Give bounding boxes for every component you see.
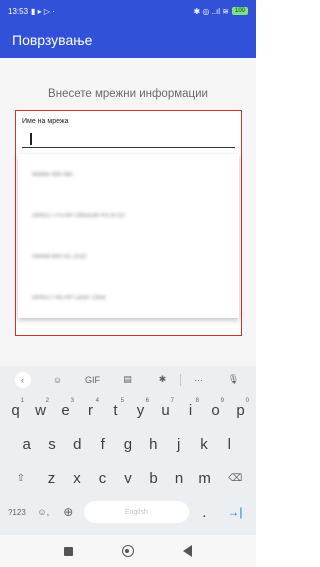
key-u[interactable]: u7 — [153, 396, 178, 424]
text-cursor — [30, 133, 32, 145]
key-n[interactable]: n — [166, 464, 192, 492]
key-i[interactable]: i8 — [178, 396, 203, 424]
status-left: 13:53 ▮ ▸ ▷ · — [8, 7, 55, 16]
key-c[interactable]: c — [90, 464, 116, 492]
key-a[interactable]: a — [14, 430, 39, 458]
key-l[interactable]: l — [217, 430, 242, 458]
key-s[interactable]: s — [39, 430, 64, 458]
sticker-icon[interactable]: ☺ — [40, 375, 75, 385]
key-r[interactable]: r4 — [78, 396, 103, 424]
recents-icon[interactable] — [64, 546, 74, 556]
key-v[interactable]: v — [115, 464, 141, 492]
status-bar: 13:53 ▮ ▸ ▷ · ✱ ◎ ..ıl ≋ 100 — [0, 0, 256, 22]
key-q[interactable]: q1 — [3, 396, 28, 424]
backspace-key[interactable]: ⌫ — [217, 464, 253, 492]
key-f[interactable]: f — [90, 430, 115, 458]
home-icon[interactable] — [121, 545, 134, 557]
shift-key[interactable]: ⇧ — [3, 464, 39, 492]
status-time: 13:53 — [8, 6, 29, 16]
suggestion-item[interactable]: DIRECT-65-HP Laser 135w — [18, 277, 239, 318]
suggestion-label: DIRECT-F5-HP OfficeJet Pro 8710 — [32, 212, 125, 219]
key-p[interactable]: p0 — [228, 396, 253, 424]
status-right: ✱ ◎ ..ıl ≋ 100 — [193, 7, 248, 16]
section-heading: Внесете мрежни информации — [48, 88, 208, 100]
app-bar: Поврзување — [0, 22, 256, 58]
more-icon[interactable]: ··· — [181, 375, 216, 385]
page-title: Поврзување — [12, 32, 93, 48]
key-e[interactable]: e3 — [53, 396, 78, 424]
key-row-2: a s d f g h j k l — [0, 427, 256, 461]
symbols-key[interactable]: ?123 — [3, 498, 31, 526]
key-y[interactable]: y6 — [128, 396, 153, 424]
globe-icon[interactable]: ⊕ — [56, 498, 81, 526]
key-z[interactable]: z — [39, 464, 65, 492]
network-name-input[interactable] — [22, 130, 235, 148]
key-m[interactable]: m — [192, 464, 218, 492]
network-input-dialog: Име на мрежа Mobile Wifi Net DIRECT-F5-H… — [15, 110, 242, 336]
suggestion-item[interactable]: DIRECT-F5-HP OfficeJet Pro 8710 — [18, 195, 239, 236]
main-content: Внесете мрежни информации Име на мрежа M… — [0, 58, 256, 366]
period-key[interactable]: . — [192, 498, 217, 526]
gif-button[interactable]: GIF — [75, 375, 110, 385]
keyboard-toolbar: ‹ ☺ GIF ▤ ✱ ··· 🎙 — [0, 366, 256, 393]
network-suggestions-list: Mobile Wifi Net DIRECT-F5-HP OfficeJet P… — [18, 154, 239, 318]
key-h[interactable]: h — [141, 430, 166, 458]
space-label: English — [83, 501, 189, 523]
key-row-4: ?123 ☺, ⊕ English . →| — [0, 495, 256, 529]
key-b[interactable]: b — [141, 464, 167, 492]
suggestion-label: Mobile Wifi Net — [32, 171, 73, 178]
settings-icon[interactable]: ✱ — [145, 374, 180, 385]
suggestion-item[interactable]: Mobile Wifi Net — [18, 154, 239, 195]
suggestion-label: HomeFibre 5G 2020 — [32, 253, 87, 260]
back-icon[interactable] — [182, 545, 192, 557]
key-o[interactable]: o9 — [203, 396, 228, 424]
key-k[interactable]: k — [191, 430, 216, 458]
key-d[interactable]: d — [65, 430, 90, 458]
key-x[interactable]: x — [64, 464, 90, 492]
key-row-1: q1 w2 e3 r4 t5 y6 u7 i8 o9 p0 — [0, 393, 256, 427]
network-name-label: Име на мрежа — [22, 118, 69, 125]
navigation-bar — [0, 535, 256, 567]
soft-keyboard: ‹ ☺ GIF ▤ ✱ ··· 🎙 q1 w2 e3 r4 t5 y6 u7 i… — [0, 366, 256, 535]
clipboard-icon[interactable]: ▤ — [110, 374, 145, 385]
collapse-toolbar-icon[interactable]: ‹ — [14, 371, 31, 388]
space-key[interactable]: English — [81, 498, 192, 526]
key-g[interactable]: g — [115, 430, 140, 458]
suggestion-label: DIRECT-65-HP Laser 135w — [32, 294, 106, 301]
key-t[interactable]: t5 — [103, 396, 128, 424]
system-icons: ✱ ◎ ..ıl ≋ — [193, 6, 229, 16]
key-j[interactable]: j — [166, 430, 191, 458]
notification-icons: ▮ ▸ ▷ · — [31, 6, 55, 16]
battery-icon: 100 — [231, 7, 248, 15]
key-row-3: ⇧ z x c v b n m ⌫ — [0, 461, 256, 495]
emoji-key[interactable]: ☺, — [31, 498, 56, 526]
key-w[interactable]: w2 — [28, 396, 53, 424]
enter-key[interactable]: →| — [217, 498, 253, 526]
suggestion-item[interactable]: HomeFibre 5G 2020 — [18, 236, 239, 277]
microphone-icon[interactable]: 🎙 — [216, 374, 251, 385]
